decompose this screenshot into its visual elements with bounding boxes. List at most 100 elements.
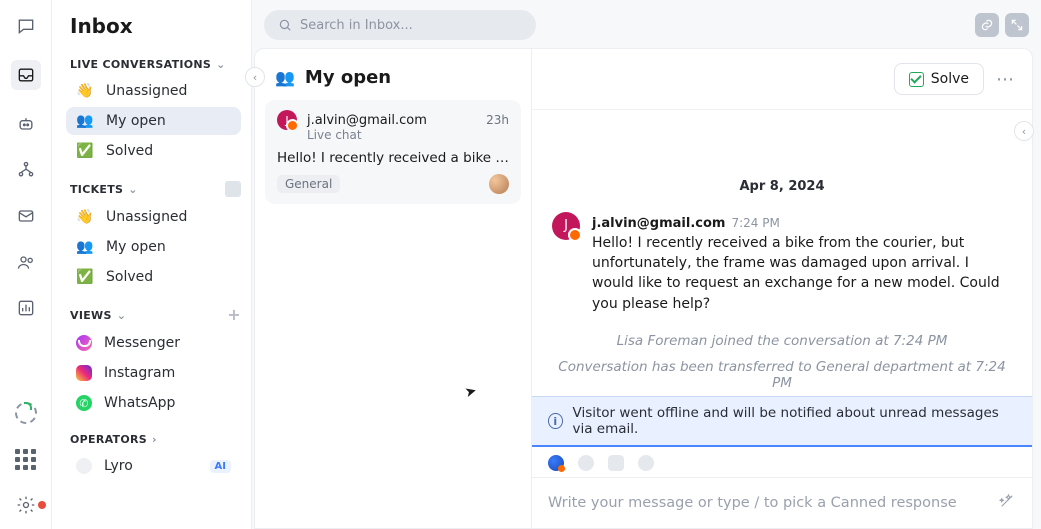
mouse-cursor-icon: ➤ [463,383,478,401]
offline-banner: i Visitor went offline and will be notif… [532,396,1032,447]
search-input[interactable]: Search in Inbox... [264,10,536,40]
section-label: LIVE CONVERSATIONS [70,58,211,71]
flows-icon[interactable] [14,158,38,182]
section-label: VIEWS [70,309,112,322]
check-icon: ✅ [76,143,94,159]
mail-icon[interactable] [14,204,38,228]
card-source: Live chat [307,128,509,142]
more-actions-button[interactable]: ⋯ [992,69,1018,90]
page-title: Inbox [70,14,241,38]
messenger-icon [76,335,92,351]
people-icon: 👥 [76,239,94,255]
wave-icon: 👋 [76,83,94,99]
topbar: Search in Inbox... [252,0,1041,40]
inbox-icon[interactable] [11,60,41,90]
sidebar-item-label: Solved [106,143,153,159]
sidebar-item-label: Messenger [104,335,180,351]
message-body: Hello! I recently received a bike from t… [592,233,1012,314]
collapse-details-button[interactable]: ‹ [1014,121,1034,141]
sidebar-item-lyro[interactable]: Lyro AI [66,452,241,480]
chevron-down-icon: ⌄ [128,183,138,196]
conversation-pane: ‹ Solve ⋯ Apr 8, 2024 J j.alvin@gmail.co… [532,48,1033,529]
system-event-joined: Lisa Foreman joined the conversation at … [552,333,1012,349]
sidebar-item-tickets-solved[interactable]: ✅ Solved [66,263,241,291]
ticket-settings-icon[interactable] [225,181,241,197]
list-title: My open [305,67,391,88]
department-tag: General [277,175,340,193]
composer-input[interactable] [548,495,998,511]
card-preview: Hello! I recently received a bike fro… [277,150,509,166]
conversation-card[interactable]: J j.alvin@gmail.com 23h Live chat Hello!… [265,100,521,204]
date-separator: Apr 8, 2024 [552,179,1012,194]
sidebar: Inbox LIVE CONVERSATIONS ⌄ 👋 Unassigned 👥… [52,0,252,529]
visitor-avatar: J [277,110,297,130]
conversation-list: ‹ 👥 My open J j.alvin@gmail.com 23h Live… [254,48,532,529]
chat-icon[interactable] [14,14,38,38]
info-icon: i [548,413,563,429]
solve-label: Solve [931,71,969,87]
ai-badge: AI [210,460,231,473]
ai-assist-icon[interactable] [998,492,1016,514]
card-time: 23h [486,113,509,127]
chevron-down-icon: ⌄ [216,58,226,71]
sidebar-item-label: Lyro [104,458,133,474]
sidebar-item-my-open[interactable]: 👥 My open [66,107,241,135]
sidebar-item-solved[interactable]: ✅ Solved [66,137,241,165]
search-icon [278,18,292,32]
chevron-right-icon: › [152,433,157,446]
collapse-list-button[interactable]: ‹ [245,67,265,87]
bot-icon[interactable] [14,112,38,136]
sidebar-item-label: WhatsApp [104,395,175,411]
sidebar-item-label: Unassigned [106,83,187,99]
copy-link-button[interactable] [975,13,999,37]
check-icon: ✅ [76,269,94,285]
visitor-message: J j.alvin@gmail.com 7:24 PM Hello! I rece… [552,212,1012,314]
sidebar-item-whatsapp[interactable]: ✆ WhatsApp [66,389,241,417]
instagram-icon [76,365,92,381]
whatsapp-icon: ✆ [76,395,92,411]
sidebar-item-label: Instagram [104,365,175,381]
system-event-transferred: Conversation has been transferred to Gen… [552,359,1012,391]
expand-button[interactable] [1005,13,1029,37]
people-icon: 👥 [275,68,295,87]
analytics-icon[interactable] [14,296,38,320]
section-label: OPERATORS [70,433,147,446]
section-operators[interactable]: OPERATORS › [70,433,241,446]
banner-text: Visitor went offline and will be notifie… [573,405,1017,437]
sidebar-item-label: Unassigned [106,209,187,225]
sidebar-item-label: Solved [106,269,153,285]
sidebar-item-tickets-unassigned[interactable]: 👋 Unassigned [66,203,241,231]
sidebar-item-unassigned[interactable]: 👋 Unassigned [66,77,241,105]
section-live-conversations[interactable]: LIVE CONVERSATIONS ⌄ [70,58,241,71]
settings-icon[interactable] [14,493,38,517]
solve-button[interactable]: Solve [894,63,984,95]
search-placeholder: Search in Inbox... [300,18,413,33]
sidebar-item-messenger[interactable]: Messenger [66,329,241,357]
channel-livechat-icon[interactable] [548,455,564,471]
assignee-avatar [489,174,509,194]
channel-instagram-icon[interactable] [608,455,624,471]
tips-icon[interactable] [14,401,38,425]
add-view-icon[interactable]: + [227,307,241,323]
wave-icon: 👋 [76,209,94,225]
section-views[interactable]: VIEWS ⌄ + [70,307,241,323]
apps-icon[interactable] [14,447,38,471]
section-tickets[interactable]: TICKETS ⌄ [70,181,241,197]
card-from: j.alvin@gmail.com [307,113,427,128]
message-time: 7:24 PM [731,216,779,230]
message-composer[interactable] [532,477,1032,528]
sidebar-item-label: My open [106,113,166,129]
sidebar-item-label: My open [106,239,166,255]
sidebar-item-instagram[interactable]: Instagram [66,359,241,387]
section-label: TICKETS [70,183,123,196]
operator-avatar-icon [76,458,92,474]
contacts-icon[interactable] [14,250,38,274]
check-icon [909,72,924,87]
channel-messenger-icon[interactable] [578,455,594,471]
message-from: j.alvin@gmail.com [592,216,725,231]
visitor-avatar: J [552,212,580,240]
sidebar-item-tickets-my-open[interactable]: 👥 My open [66,233,241,261]
nav-rail [0,0,52,529]
channel-whatsapp-icon[interactable] [638,455,654,471]
people-icon: 👥 [76,113,94,129]
